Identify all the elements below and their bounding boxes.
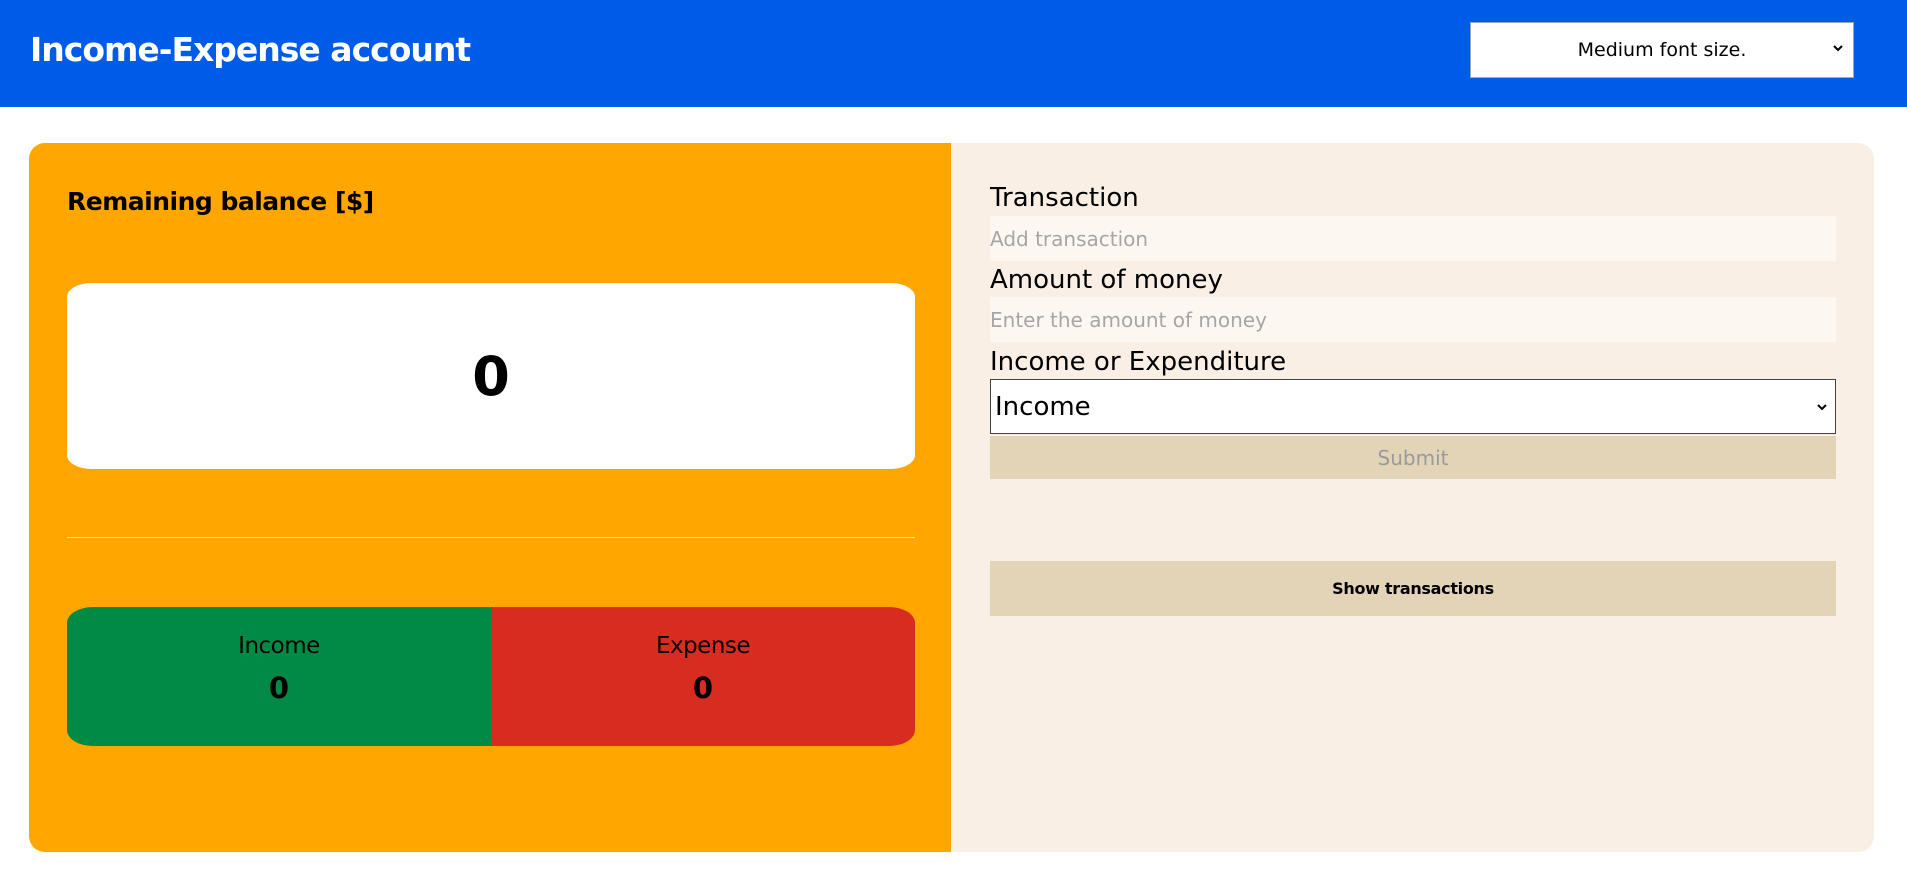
expense-summary: Expense 0 — [491, 607, 915, 746]
type-select-value: Income — [995, 391, 1091, 422]
balance-panel: Remaining balance [$] 0 Income 0 Expense… — [29, 143, 951, 852]
font-size-select-value: Medium font size. — [1577, 39, 1747, 61]
app-title: Income-Expense account — [30, 30, 471, 69]
submit-button[interactable]: Submit — [990, 436, 1836, 479]
amount-label: Amount of money — [990, 265, 1223, 295]
expense-value: 0 — [692, 671, 714, 705]
income-summary: Income 0 — [67, 607, 491, 746]
show-transactions-button[interactable]: Show transactions — [990, 561, 1836, 616]
income-expense-summary: Income 0 Expense 0 — [67, 607, 915, 746]
divider — [67, 537, 915, 538]
expense-label: Expense — [655, 633, 751, 659]
balance-value: 0 — [472, 344, 510, 408]
amount-placeholder: Enter the amount of money — [990, 307, 1267, 332]
income-value: 0 — [268, 671, 290, 705]
transaction-label: Transaction — [990, 183, 1139, 213]
font-size-select[interactable]: Medium font size. — [1470, 22, 1854, 78]
transaction-input[interactable]: Add transaction — [990, 216, 1836, 261]
transaction-placeholder: Add transaction — [990, 226, 1149, 251]
income-label: Income — [238, 633, 320, 659]
amount-input[interactable]: Enter the amount of money — [990, 297, 1836, 342]
header-bar: Income-Expense account Medium font size. — [0, 0, 1907, 107]
balance-heading: Remaining balance [$] — [67, 187, 374, 216]
type-select[interactable]: Income — [990, 379, 1836, 434]
transaction-form: Transaction Add transaction Amount of mo… — [951, 143, 1874, 852]
balance-display: 0 — [67, 283, 915, 469]
chevron-down-icon — [1817, 404, 1827, 411]
chevron-down-icon — [1833, 45, 1843, 52]
account-card: Remaining balance [$] 0 Income 0 Expense… — [29, 143, 1874, 852]
type-label: Income or Expenditure — [990, 347, 1287, 377]
